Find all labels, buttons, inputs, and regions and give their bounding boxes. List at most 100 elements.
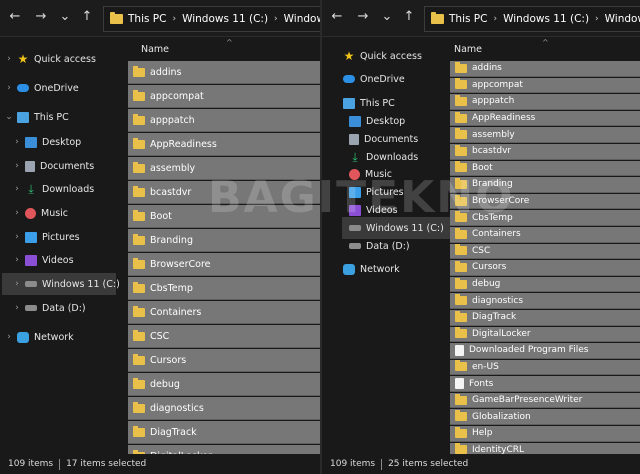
file-row[interactable]: assembly xyxy=(450,127,640,143)
videos-icon xyxy=(25,254,37,266)
breadcrumb-drive[interactable]: Windows 11 (C:) xyxy=(182,13,268,25)
nav-downloads[interactable]: › ⤓ Downloads xyxy=(12,178,94,200)
nav-onedrive[interactable]: › OneDrive xyxy=(4,77,78,99)
folder-icon xyxy=(133,137,145,149)
breadcrumb-separator-icon: › xyxy=(172,14,177,24)
file-row[interactable]: appcompat xyxy=(450,77,640,94)
file-row[interactable]: diagnostics xyxy=(128,397,320,420)
file-row[interactable]: bcastdvr xyxy=(128,181,320,204)
nav-onedrive[interactable]: OneDrive xyxy=(340,68,405,90)
chevron-down-icon[interactable]: ⌄ xyxy=(380,9,394,25)
nav-data-drive[interactable]: Data (D:) xyxy=(346,235,410,257)
file-row[interactable]: assembly xyxy=(128,157,320,180)
nav-music[interactable]: › Music xyxy=(12,202,68,224)
file-row[interactable]: Boot xyxy=(128,205,320,228)
file-row[interactable]: CbsTemp xyxy=(450,210,640,226)
file-row[interactable]: CSC xyxy=(128,325,320,348)
chevron-right-icon[interactable]: › xyxy=(12,137,22,147)
nav-quick-access[interactable]: ★ Quick access xyxy=(340,45,422,67)
file-row[interactable]: GameBarPresenceWriter xyxy=(450,392,640,409)
chevron-down-icon[interactable]: ⌄ xyxy=(4,112,14,122)
file-row[interactable]: CSC xyxy=(450,243,640,260)
file-name: DigitalLocker xyxy=(472,328,531,339)
chevron-right-icon[interactable]: › xyxy=(12,184,22,194)
chevron-right-icon[interactable]: › xyxy=(12,279,22,289)
column-header-name[interactable]: ^ Name xyxy=(450,37,640,59)
file-row[interactable]: apppatch xyxy=(128,109,320,132)
address-bar[interactable]: This PC › Windows 11 (C:) › Windows xyxy=(103,6,320,32)
breadcrumb-windows[interactable]: Windows xyxy=(284,13,320,25)
navigation-pane: ★ Quick access OneDrive This PC Desktop D… xyxy=(322,37,450,454)
chevron-right-icon[interactable]: › xyxy=(12,161,22,171)
file-row[interactable]: AppReadiness xyxy=(450,110,640,127)
column-header-name[interactable]: ^ Name xyxy=(116,37,320,59)
breadcrumb-this-pc[interactable]: This PC xyxy=(449,13,487,25)
toolbar: ← → ⌄ ↑ This PC › Windows 11 (C:) › Wind… xyxy=(0,0,320,37)
column-header-label: Name xyxy=(141,44,170,55)
file-row[interactable]: CbsTemp xyxy=(128,277,320,300)
file-row[interactable]: DigitalLocker xyxy=(450,326,640,343)
chevron-right-icon[interactable]: › xyxy=(4,83,14,93)
file-name: Containers xyxy=(472,229,521,240)
chevron-right-icon[interactable]: › xyxy=(12,303,22,313)
file-row[interactable]: Downloaded Program Files xyxy=(450,343,640,359)
breadcrumb-windows[interactable]: Windows xyxy=(605,13,640,25)
back-arrow-icon[interactable]: ← xyxy=(8,9,22,25)
nav-network[interactable]: Network xyxy=(340,258,400,280)
file-row[interactable]: Help xyxy=(450,426,640,442)
downloads-icon: ⤓ xyxy=(352,149,358,164)
file-row[interactable]: Branding xyxy=(450,177,640,193)
file-row[interactable]: debug xyxy=(450,276,640,293)
file-row[interactable]: BrowserCore xyxy=(128,253,320,276)
chevron-down-icon[interactable]: ⌄ xyxy=(58,9,72,25)
nav-pictures[interactable]: › Pictures xyxy=(12,226,80,248)
nav-windows-drive[interactable]: › Windows 11 (C:) xyxy=(2,273,120,295)
nav-desktop[interactable]: › Desktop xyxy=(12,131,81,153)
file-row[interactable]: Branding xyxy=(128,229,320,252)
file-row[interactable]: AppReadiness xyxy=(128,133,320,156)
up-arrow-icon[interactable]: ↑ xyxy=(402,9,416,25)
nav-label: Desktop xyxy=(366,115,406,127)
chevron-right-icon[interactable]: › xyxy=(12,208,22,218)
file-row[interactable]: en-US xyxy=(450,359,640,376)
up-arrow-icon[interactable]: ↑ xyxy=(80,9,94,25)
file-row[interactable]: DiagTrack xyxy=(450,309,640,326)
file-row[interactable]: Containers xyxy=(128,301,320,324)
breadcrumb-this-pc[interactable]: This PC xyxy=(128,13,166,25)
nav-quick-access[interactable]: › ★ Quick access xyxy=(4,48,96,70)
chevron-right-icon[interactable]: › xyxy=(12,255,22,265)
file-row[interactable]: DiagTrack xyxy=(128,421,320,444)
pictures-icon xyxy=(25,231,37,243)
breadcrumb-drive[interactable]: Windows 11 (C:) xyxy=(503,13,589,25)
address-bar[interactable]: This PC › Windows 11 (C:) › Windows xyxy=(424,6,640,32)
file-row[interactable]: diagnostics xyxy=(450,293,640,309)
nav-videos[interactable]: › Videos xyxy=(12,249,74,271)
forward-arrow-icon[interactable]: → xyxy=(356,9,370,25)
file-row[interactable]: Cursors xyxy=(128,349,320,372)
back-arrow-icon[interactable]: ← xyxy=(330,9,344,25)
file-row[interactable]: Fonts xyxy=(450,376,640,392)
forward-arrow-icon[interactable]: → xyxy=(34,9,48,25)
nav-label: This PC xyxy=(360,97,395,109)
folder-icon xyxy=(455,78,467,90)
chevron-right-icon[interactable]: › xyxy=(4,332,14,342)
nav-data-drive[interactable]: › Data (D:) xyxy=(12,297,85,319)
file-row[interactable]: appcompat xyxy=(128,85,320,108)
nav-network[interactable]: › Network xyxy=(4,326,74,348)
file-row[interactable]: debug xyxy=(128,373,320,396)
nav-this-pc[interactable]: ⌄ This PC xyxy=(4,106,69,128)
file-row[interactable]: Cursors xyxy=(450,260,640,276)
file-row[interactable]: bcastdvr xyxy=(450,143,640,160)
file-row[interactable]: addins xyxy=(128,61,320,84)
chevron-right-icon[interactable]: › xyxy=(4,54,14,64)
nav-label: OneDrive xyxy=(360,73,405,85)
file-name: diagnostics xyxy=(472,295,524,306)
file-row[interactable]: Globalization xyxy=(450,409,640,426)
file-row[interactable]: apppatch xyxy=(450,94,640,110)
nav-documents[interactable]: › Documents xyxy=(12,155,94,177)
chevron-right-icon[interactable]: › xyxy=(12,232,22,242)
file-row[interactable]: BrowserCore xyxy=(450,193,640,210)
file-row[interactable]: Containers xyxy=(450,226,640,243)
file-row[interactable]: Boot xyxy=(450,160,640,177)
file-row[interactable]: addins xyxy=(450,61,640,77)
